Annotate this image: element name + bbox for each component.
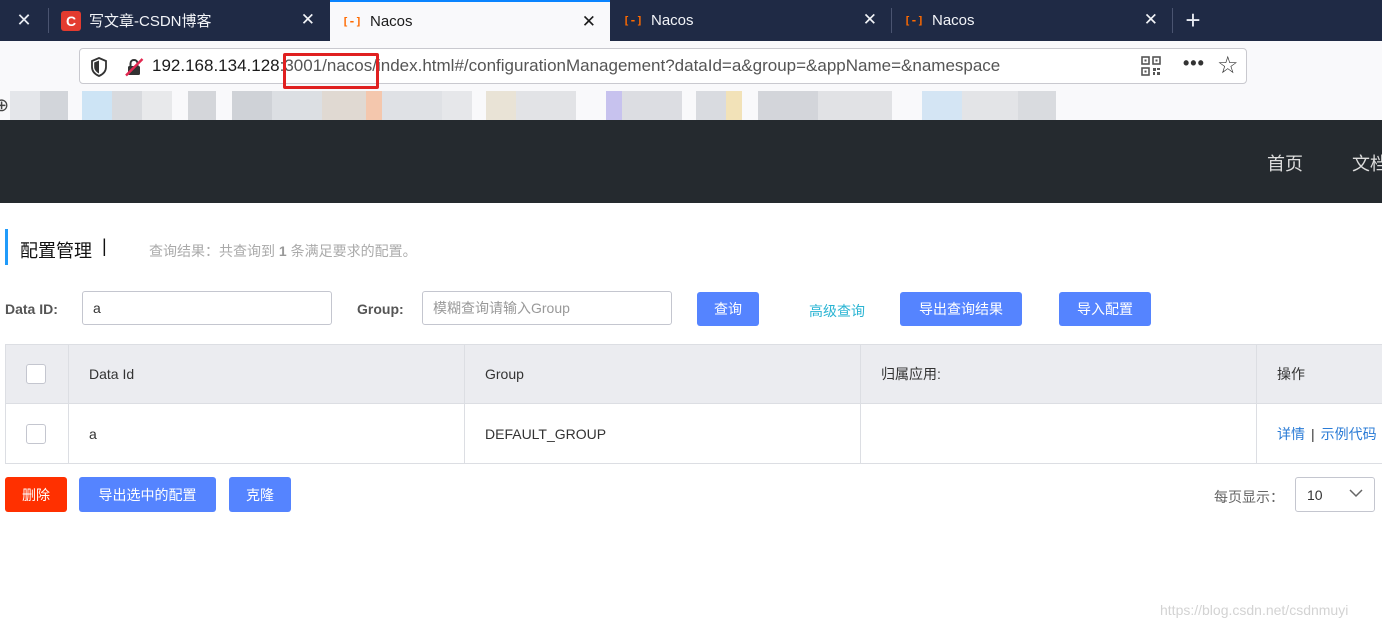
blurred-bookmark[interactable] bbox=[112, 91, 142, 120]
blurred-bookmark[interactable] bbox=[40, 91, 68, 120]
blurred-bookmark[interactable] bbox=[232, 91, 272, 120]
blurred-bookmark[interactable] bbox=[272, 91, 322, 120]
column-header-app[interactable]: 归属应用: bbox=[861, 345, 1257, 403]
insecure-lock-icon[interactable] bbox=[124, 57, 144, 77]
export-query-results-button[interactable]: 导出查询结果 bbox=[900, 292, 1022, 326]
watermark-text: https://blog.csdn.net/csdnmuyi bbox=[1160, 602, 1349, 618]
result-prefix: 查询结果：共查询到 bbox=[149, 243, 275, 259]
cell-dataid: a bbox=[69, 404, 465, 463]
tab-csdn[interactable]: C 写文章-CSDN博客 ✕ bbox=[49, 0, 329, 41]
nacos-top-header: 首页 文档 bbox=[0, 120, 1382, 203]
select-all-cell bbox=[6, 345, 69, 403]
tab-title: Nacos bbox=[932, 12, 975, 29]
table-row: a DEFAULT_GROUP 详情 | 示例代码 bbox=[6, 404, 1382, 464]
blurred-bookmark[interactable] bbox=[606, 91, 622, 120]
group-input[interactable] bbox=[422, 291, 672, 325]
row-select-cell bbox=[6, 404, 69, 463]
blurred-bookmark[interactable] bbox=[1018, 91, 1056, 120]
export-selected-button[interactable]: 导出选中的配置 bbox=[79, 477, 216, 512]
blurred-bookmark[interactable] bbox=[726, 91, 742, 120]
dataid-input[interactable] bbox=[82, 291, 332, 325]
cell-group: DEFAULT_GROUP bbox=[465, 404, 861, 463]
config-table: Data Id Group 归属应用: 操作 a DEFAULT_GROUP 详… bbox=[5, 344, 1382, 464]
import-config-button[interactable]: 导入配置 bbox=[1059, 292, 1151, 326]
close-icon[interactable]: ✕ bbox=[1144, 10, 1158, 30]
qr-code-icon[interactable] bbox=[1141, 56, 1161, 76]
tab-divider bbox=[1172, 8, 1173, 33]
blurred-bookmark[interactable] bbox=[142, 91, 172, 120]
close-icon[interactable]: ✕ bbox=[863, 10, 877, 30]
nacos-logo-icon: [-] bbox=[623, 14, 643, 27]
tab-title: 写文章-CSDN博客 bbox=[89, 13, 212, 30]
page-size-label: 每页显示： bbox=[1214, 489, 1284, 505]
blurred-bookmark[interactable] bbox=[442, 91, 472, 120]
tab-nacos-active[interactable]: [-] Nacos ✕ bbox=[330, 0, 610, 41]
close-icon[interactable]: ✕ bbox=[301, 10, 315, 30]
nacos-logo-icon: [-] bbox=[904, 14, 924, 27]
detail-link[interactable]: 详情 bbox=[1277, 424, 1305, 444]
blurred-bookmark[interactable] bbox=[758, 91, 818, 120]
shield-icon[interactable] bbox=[90, 57, 108, 77]
blurred-bookmark[interactable] bbox=[696, 91, 726, 120]
chevron-down-icon bbox=[1349, 489, 1363, 498]
blurred-bookmark[interactable] bbox=[962, 91, 1018, 120]
query-result-summary: 查询结果：共查询到 1 条满足要求的配置。 bbox=[149, 241, 417, 261]
bookmarks-toolbar: ⊕ bbox=[0, 91, 1382, 120]
dataid-label: Data ID: bbox=[5, 301, 58, 317]
blurred-bookmark[interactable] bbox=[818, 91, 892, 120]
more-actions-icon[interactable]: ••• bbox=[1183, 53, 1205, 74]
query-button[interactable]: 查询 bbox=[697, 292, 759, 326]
result-count: 1 bbox=[278, 243, 287, 259]
browser-nav-bar: 192.168.134.128:3001/nacos/index.html#/c… bbox=[0, 41, 1382, 91]
url-text[interactable]: 192.168.134.128:3001/nacos/index.html#/c… bbox=[152, 56, 1102, 76]
table-header-row: Data Id Group 归属应用: 操作 bbox=[6, 344, 1382, 404]
delete-button[interactable]: 删除 bbox=[5, 477, 67, 512]
new-tab-plus-icon[interactable]: + bbox=[1176, 0, 1210, 41]
close-tab-icon[interactable]: ✕ bbox=[0, 0, 48, 41]
tab-nacos-2[interactable]: [-] Nacos ✕ bbox=[611, 0, 891, 41]
clone-button[interactable]: 克隆 bbox=[229, 477, 291, 512]
blurred-bookmark[interactable] bbox=[82, 91, 112, 120]
blurred-bookmark[interactable] bbox=[486, 91, 516, 120]
bookmark-star-icon[interactable]: ☆ bbox=[1217, 51, 1239, 80]
column-header-dataid[interactable]: Data Id bbox=[69, 345, 465, 403]
select-all-checkbox[interactable] bbox=[26, 364, 46, 384]
url-host: 192.168.134.128 bbox=[152, 56, 280, 75]
sample-code-link[interactable]: 示例代码 bbox=[1321, 424, 1377, 444]
blurred-bookmark[interactable] bbox=[10, 91, 40, 120]
page-title: 配置管理 bbox=[20, 241, 92, 261]
row-checkbox[interactable] bbox=[26, 423, 46, 444]
blurred-bookmark[interactable] bbox=[366, 91, 382, 120]
browser-tab-strip: ✕ C 写文章-CSDN博客 ✕ [-] Nacos ✕ [-] Nacos ✕… bbox=[0, 0, 1382, 41]
column-header-actions: 操作 bbox=[1277, 366, 1305, 382]
result-suffix: 条满足要求的配置。 bbox=[290, 243, 417, 259]
group-label: Group: bbox=[357, 301, 404, 317]
nacos-logo-icon: [-] bbox=[342, 15, 362, 28]
url-bar[interactable]: 192.168.134.128:3001/nacos/index.html#/c… bbox=[79, 48, 1247, 89]
blurred-bookmark[interactable] bbox=[516, 91, 576, 120]
tab-title: Nacos bbox=[370, 13, 413, 30]
blurred-bookmark[interactable] bbox=[322, 91, 366, 120]
page-size-value: 10 bbox=[1307, 487, 1323, 503]
nav-home-link[interactable]: 首页 bbox=[1267, 150, 1303, 176]
globe-icon[interactable]: ⊕ bbox=[0, 95, 9, 116]
tab-title: Nacos bbox=[651, 12, 694, 29]
column-header-group[interactable]: Group bbox=[465, 345, 861, 403]
blurred-bookmark[interactable] bbox=[188, 91, 216, 120]
page-size-select[interactable]: 10 bbox=[1295, 477, 1375, 512]
advanced-query-link[interactable]: 高级查询 bbox=[809, 301, 865, 321]
blurred-bookmark[interactable] bbox=[382, 91, 442, 120]
cell-app bbox=[861, 404, 1257, 463]
action-separator: | bbox=[1311, 425, 1315, 442]
close-icon[interactable]: ✕ bbox=[582, 12, 596, 32]
title-separator: | bbox=[102, 236, 107, 256]
csdn-logo-icon: C bbox=[61, 10, 81, 31]
cell-actions: 详情 | 示例代码 bbox=[1257, 404, 1382, 463]
tab-nacos-3[interactable]: [-] Nacos ✕ bbox=[892, 0, 1172, 41]
nav-docs-link[interactable]: 文档 bbox=[1352, 150, 1382, 176]
blurred-bookmark[interactable] bbox=[622, 91, 682, 120]
blurred-bookmark[interactable] bbox=[922, 91, 962, 120]
url-path: :3001/nacos/index.html#/configurationMan… bbox=[279, 56, 1001, 75]
title-accent-bar bbox=[5, 229, 8, 265]
